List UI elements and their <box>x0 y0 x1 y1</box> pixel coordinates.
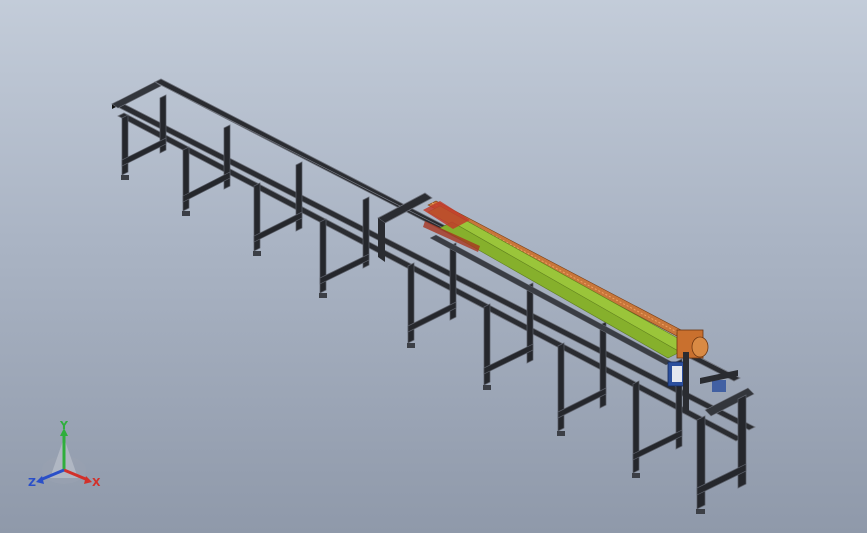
assembly-model[interactable] <box>0 0 867 533</box>
axis-triad-icon: Y X Z <box>28 419 101 489</box>
x-axis-label: X <box>92 476 101 489</box>
leveling-feet <box>121 175 705 514</box>
frame-rails <box>111 78 756 442</box>
y-axis-label: Y <box>59 419 69 432</box>
z-axis-label: Z <box>28 476 36 489</box>
cad-viewport[interactable]: Y X Z <box>0 0 867 533</box>
